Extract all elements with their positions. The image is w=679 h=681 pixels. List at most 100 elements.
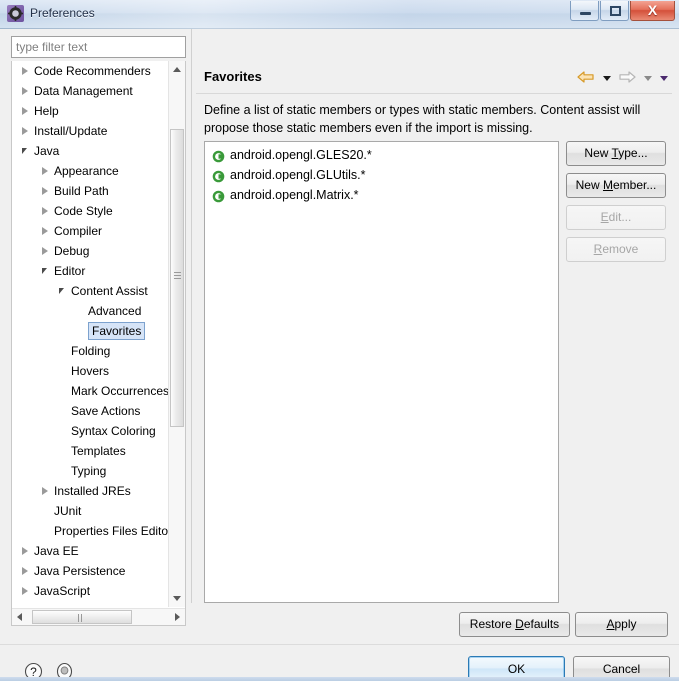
scroll-up-icon[interactable] xyxy=(169,61,185,78)
tree-collapsed-icon[interactable] xyxy=(42,166,48,175)
favorites-list[interactable]: android.opengl.GLES20.* android.opengl.GL… xyxy=(204,141,559,603)
sidebar-item-java-ee[interactable]: Java EE xyxy=(12,541,168,561)
sidebar-item-javascript[interactable]: JavaScript xyxy=(12,581,168,601)
sidebar-item-advanced[interactable]: Advanced xyxy=(12,301,168,321)
sidebar-item-label: Content Assist xyxy=(71,284,148,298)
forward-history-menu-icon[interactable] xyxy=(642,69,655,87)
restore-defaults-button[interactable]: Restore Defaults xyxy=(459,612,570,637)
tree-collapsed-icon[interactable] xyxy=(22,546,28,555)
sidebar-item-templates[interactable]: Templates xyxy=(12,441,168,461)
close-button[interactable]: X xyxy=(630,1,675,21)
sidebar-item-properties-files-editor[interactable]: Properties Files Editor xyxy=(12,521,168,541)
tree-scrollport: Code Recommenders Data Management Help Inst… xyxy=(12,61,168,607)
new-member-button[interactable]: New Member... xyxy=(566,173,666,198)
list-item[interactable]: android.opengl.Matrix.* xyxy=(205,185,558,205)
tree-expanded-icon[interactable] xyxy=(22,147,31,156)
tree-collapsed-icon[interactable] xyxy=(22,566,28,575)
sidebar-item-content-assist[interactable]: Content Assist xyxy=(12,281,168,301)
tree-collapsed-icon[interactable] xyxy=(42,486,48,495)
dialog-footer: ? OK Cancel xyxy=(0,645,679,681)
tree-collapsed-icon[interactable] xyxy=(22,106,28,115)
list-item-label: android.opengl.GLES20.* xyxy=(230,148,372,162)
new-type-button[interactable]: New Type... xyxy=(566,141,666,166)
sidebar-item-folding[interactable]: Folding xyxy=(12,341,168,361)
back-arrow-icon[interactable] xyxy=(576,69,598,87)
sidebar-item-data-management[interactable]: Data Management xyxy=(12,81,168,101)
sidebar-item-hovers[interactable]: Hovers xyxy=(12,361,168,381)
restore-icon xyxy=(610,6,621,16)
tree-collapsed-icon[interactable] xyxy=(22,86,28,95)
list-item-label: android.opengl.GLUtils.* xyxy=(230,168,366,182)
sidebar-item-installed-jres[interactable]: Installed JREs xyxy=(12,481,168,501)
dialog-body: Code Recommenders Data Management Help Inst… xyxy=(0,29,679,681)
favorites-action-buttons: New Type... New Member... Edit... Remove xyxy=(566,141,666,269)
tree-collapsed-icon[interactable] xyxy=(42,226,48,235)
sidebar-item-label: Advanced xyxy=(88,304,142,318)
sidebar-item-label: Data Management xyxy=(34,84,133,98)
sidebar-item-label: Templates xyxy=(71,444,126,458)
sidebar-item-label: JUnit xyxy=(54,504,82,518)
sidebar-item-label: Java Persistence xyxy=(34,564,126,578)
sidebar-item-label: Debug xyxy=(54,244,90,258)
tree-collapsed-icon[interactable] xyxy=(22,66,28,75)
sidebar-item-syntax-coloring[interactable]: Syntax Coloring xyxy=(12,421,168,441)
tree-collapsed-icon[interactable] xyxy=(42,206,48,215)
sidebar-item-favorites[interactable]: Favorites xyxy=(12,321,168,341)
list-item-label: android.opengl.Matrix.* xyxy=(230,188,359,202)
java-class-icon xyxy=(212,169,225,182)
sidebar-item-junit[interactable]: JUnit xyxy=(12,501,168,521)
page-action-row: Restore Defaults Apply xyxy=(0,611,679,643)
scroll-grip-icon xyxy=(174,272,181,279)
list-item[interactable]: android.opengl.GLUtils.* xyxy=(205,165,558,185)
sidebar-item-label: Appearance xyxy=(54,164,119,178)
sidebar-item-code-style[interactable]: Code Style xyxy=(12,201,168,221)
sidebar-item-help[interactable]: Help xyxy=(12,101,168,121)
forward-arrow-icon xyxy=(617,69,639,87)
sidebar-item-build-path[interactable]: Build Path xyxy=(12,181,168,201)
preferences-dialog: Preferences X Code Recommenders Data Mana… xyxy=(0,0,679,681)
sidebar-item-mark-occurrences[interactable]: Mark Occurrences xyxy=(12,381,168,401)
sidebar-item-label: Mark Occurrences xyxy=(71,384,168,398)
apply-button[interactable]: Apply xyxy=(575,612,668,637)
sidebar-item-save-actions[interactable]: Save Actions xyxy=(12,401,168,421)
sidebar-item-java-persistence[interactable]: Java Persistence xyxy=(12,561,168,581)
maximize-button[interactable] xyxy=(600,1,629,21)
sidebar-item-java[interactable]: Java xyxy=(12,141,168,161)
tree-vertical-scrollbar[interactable] xyxy=(168,61,185,607)
sidebar-item-code-recommenders[interactable]: Code Recommenders xyxy=(12,61,168,81)
sidebar-item-label: Install/Update xyxy=(34,124,108,138)
title-divider xyxy=(196,93,672,94)
tree-collapsed-icon[interactable] xyxy=(22,126,28,135)
tree-vscroll-thumb[interactable] xyxy=(170,129,184,427)
sidebar-item-label: Java EE xyxy=(34,544,79,558)
sidebar-item-typing[interactable]: Typing xyxy=(12,461,168,481)
tree-collapsed-icon[interactable] xyxy=(22,586,28,595)
scroll-down-icon[interactable] xyxy=(169,590,185,607)
filter-input[interactable] xyxy=(11,36,186,58)
sidebar-item-label: Build Path xyxy=(54,184,109,198)
page-navigation xyxy=(576,69,671,87)
tree-expanded-icon[interactable] xyxy=(42,267,51,276)
sidebar-item-label: Installed JREs xyxy=(54,484,131,498)
minimize-button[interactable] xyxy=(570,1,599,21)
sidebar-item-label: Save Actions xyxy=(71,404,141,418)
sidebar-item-label: Properties Files Editor xyxy=(54,524,168,538)
java-class-icon xyxy=(212,189,225,202)
sidebar-item-label: JavaScript xyxy=(34,584,91,598)
sidebar-item-editor[interactable]: Editor xyxy=(12,261,168,281)
sidebar-item-label: Favorites xyxy=(88,322,146,340)
list-item[interactable]: android.opengl.GLES20.* xyxy=(205,145,558,165)
back-history-menu-icon[interactable] xyxy=(601,69,614,87)
sidebar-item-compiler[interactable]: Compiler xyxy=(12,221,168,241)
tree-collapsed-icon[interactable] xyxy=(42,246,48,255)
tree-collapsed-icon[interactable] xyxy=(42,186,48,195)
java-class-icon xyxy=(212,149,225,162)
sidebar-item-label: Typing xyxy=(71,464,107,478)
sidebar-item-debug[interactable]: Debug xyxy=(12,241,168,261)
sidebar-item-install-update[interactable]: Install/Update xyxy=(12,121,168,141)
tree-expanded-icon[interactable] xyxy=(59,287,68,296)
window-bottom-edge xyxy=(0,677,679,681)
remove-button: Remove xyxy=(566,237,666,262)
sidebar-item-appearance[interactable]: Appearance xyxy=(12,161,168,181)
more-menu-icon[interactable] xyxy=(658,69,671,87)
